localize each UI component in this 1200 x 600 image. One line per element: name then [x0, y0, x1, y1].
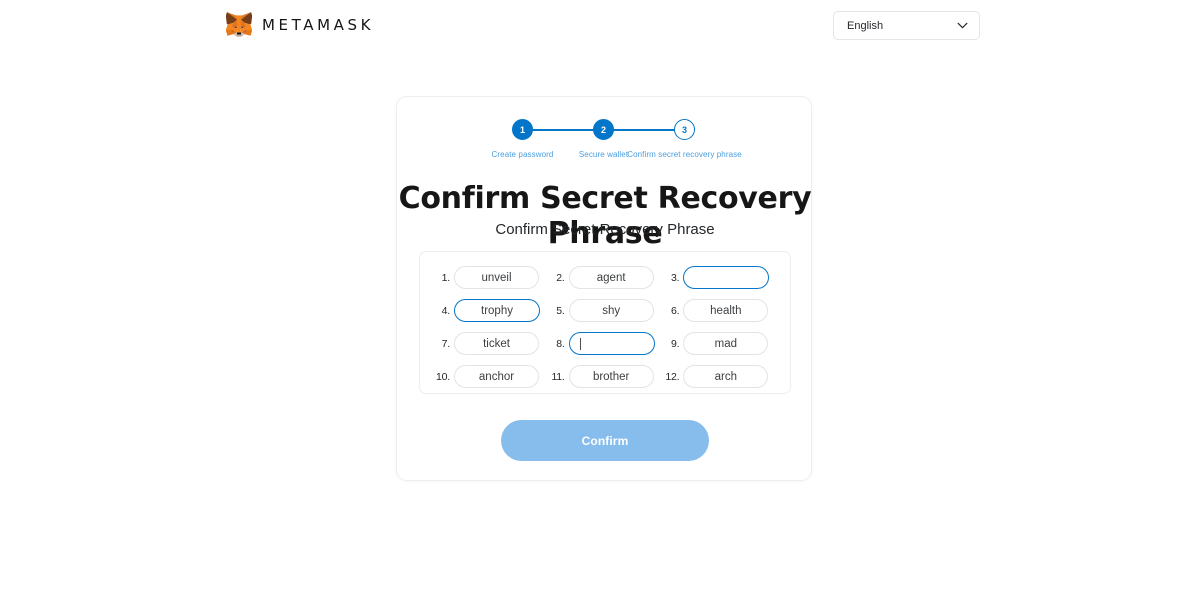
seed-word-input-3[interactable]	[683, 266, 770, 289]
seed-word-index-12: 12.	[665, 370, 680, 383]
seed-word-index-1: 1.	[441, 271, 451, 284]
seed-word-index-10: 10.	[436, 370, 450, 383]
stepper-label-confirm-secret-recovery-phrase: Confirm secret recovery phrase	[627, 150, 742, 159]
seed-word-cell-5: 5. shy	[548, 299, 663, 322]
seed-word-index-6: 6.	[670, 304, 680, 317]
seed-word-input-10[interactable]: anchor	[454, 365, 539, 388]
metamask-fox-icon	[226, 12, 252, 37]
seed-word-cell-12: 12. arch	[662, 365, 777, 388]
seed-phrase-grid-container: 1. unveil 2. agent 3. 4. trophy 5. shy 6…	[419, 251, 791, 394]
confirm-button[interactable]: Confirm	[501, 420, 709, 461]
seed-word-index-9: 9.	[670, 337, 680, 350]
seed-word-index-2: 2.	[556, 271, 565, 284]
progress-stepper: 1 2 3 Create password Secure wallet Conf…	[397, 119, 813, 159]
seed-word-input-6[interactable]: health	[683, 299, 769, 322]
seed-word-input-11[interactable]: brother	[568, 365, 654, 388]
seed-phrase-grid: 1. unveil 2. agent 3. 4. trophy 5. shy 6…	[433, 266, 777, 388]
seed-word-index-11: 11.	[551, 370, 565, 383]
seed-word-index-3: 3.	[670, 271, 680, 284]
seed-word-cell-10: 10. anchor	[433, 365, 548, 388]
seed-word-input-8[interactable]	[568, 332, 655, 355]
seed-word-input-2[interactable]: agent	[568, 266, 654, 289]
seed-word-input-5[interactable]: shy	[568, 299, 654, 322]
language-select-value: English	[847, 19, 884, 32]
seed-word-input-1[interactable]: unveil	[454, 266, 539, 289]
seed-word-cell-7: 7. ticket	[433, 332, 548, 355]
top-bar: METAMASK English	[0, 0, 1200, 52]
seed-word-input-12[interactable]: arch	[683, 365, 769, 388]
stepper-circle-2[interactable]: 2	[593, 119, 614, 140]
metamask-wordmark: METAMASK	[262, 15, 375, 34]
seed-word-cell-11: 11. brother	[548, 365, 663, 388]
seed-word-index-7: 7.	[441, 337, 451, 350]
seed-word-index-5: 5.	[556, 304, 565, 317]
seed-word-input-9[interactable]: mad	[683, 332, 769, 355]
chevron-down-icon	[957, 22, 968, 29]
seed-word-input-4[interactable]: trophy	[454, 299, 540, 322]
text-caret	[579, 337, 582, 350]
onboarding-card: 1 2 3 Create password Secure wallet Conf…	[396, 96, 812, 481]
stepper-connector-1	[531, 129, 595, 131]
seed-word-cell-4: 4. trophy	[433, 299, 548, 322]
seed-word-index-4: 4.	[441, 304, 451, 317]
seed-word-cell-8: 8.	[548, 332, 663, 355]
language-select[interactable]: English	[833, 11, 980, 40]
stepper-circle-1[interactable]: 1	[512, 119, 533, 140]
page-title: Confirm Secret Recovery Phrase	[398, 181, 812, 251]
stepper-circle-3[interactable]: 3	[674, 119, 695, 140]
seed-word-index-8: 8.	[556, 337, 565, 350]
stepper-connector-2	[612, 129, 676, 131]
seed-word-cell-6: 6. health	[662, 299, 777, 322]
seed-word-cell-2: 2. agent	[548, 266, 663, 289]
seed-word-cell-1: 1. unveil	[433, 266, 548, 289]
seed-word-cell-9: 9. mad	[662, 332, 777, 355]
page-subtitle: Confirm Secret Recovery Phrase	[495, 221, 715, 238]
metamask-brand: METAMASK	[226, 12, 374, 37]
seed-word-cell-3: 3.	[662, 266, 777, 289]
seed-word-input-7[interactable]: ticket	[454, 332, 539, 355]
